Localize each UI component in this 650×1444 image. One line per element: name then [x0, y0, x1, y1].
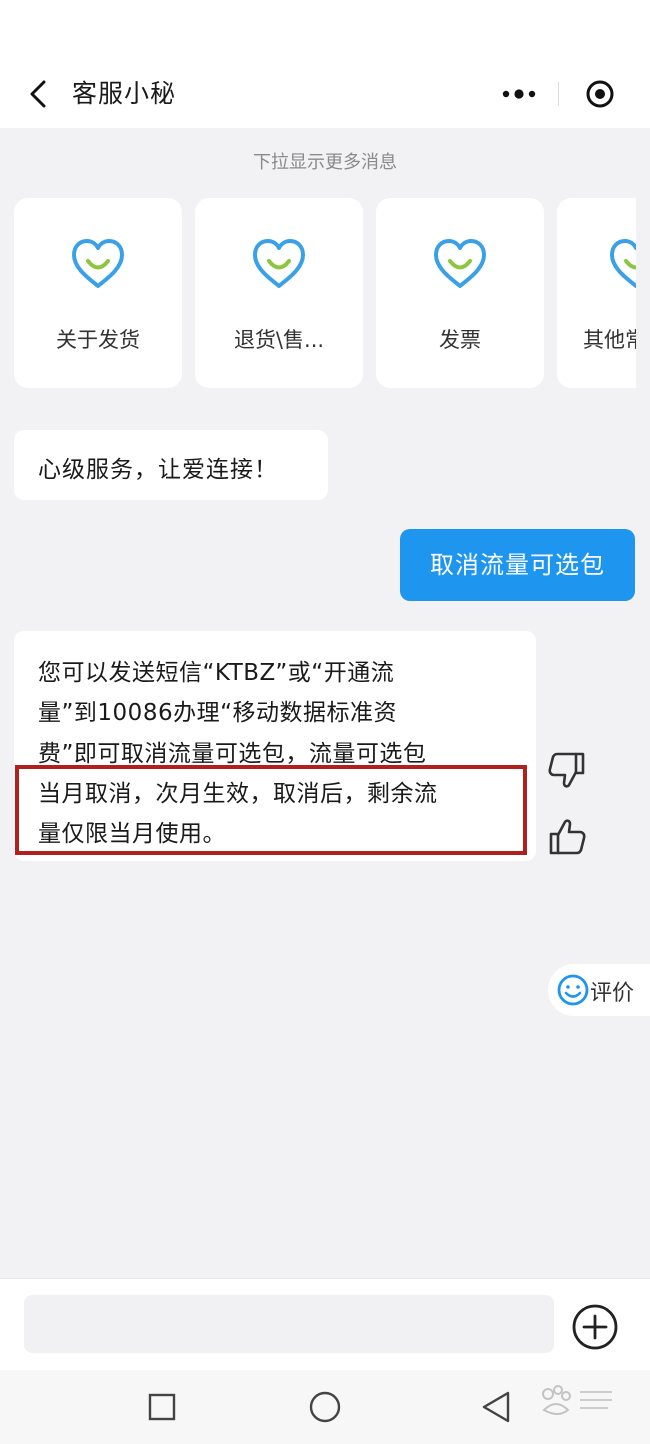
thumb-down-icon[interactable]	[545, 748, 589, 792]
more-dots-icon	[502, 89, 536, 99]
quick-topic-card[interactable]: 退货\售...	[195, 198, 363, 388]
more-button[interactable]	[480, 70, 558, 118]
user-message-bubble: 取消流量可选包	[400, 529, 635, 601]
close-button[interactable]	[560, 70, 640, 118]
smiley-icon	[557, 974, 589, 1006]
pull-more-hint: 下拉显示更多消息	[253, 152, 397, 173]
bot-message-bubble: 心级服务，让爱连接！	[14, 430, 328, 500]
back-button[interactable]	[18, 74, 58, 114]
input-bar	[0, 1278, 650, 1371]
quick-topic-label: 发票	[439, 328, 481, 352]
quick-topic-label: 退货\售...	[233, 328, 325, 352]
quick-topic-row: 关于发货 退货\售... 发票 其他常	[14, 198, 636, 390]
reply-line: 费”即可取消流量可选包，流量可选包	[38, 741, 427, 767]
chevron-left-icon	[30, 80, 46, 108]
quick-topic-card[interactable]: 其他常	[557, 198, 636, 388]
heart-smile-icon	[610, 239, 636, 288]
mini-program-capsule	[480, 70, 640, 118]
watermark-logo	[542, 1385, 612, 1415]
message-input[interactable]	[24, 1295, 554, 1353]
target-circle-icon	[586, 80, 614, 108]
quick-topic-card[interactable]: 发票	[376, 198, 544, 388]
status-bar-area	[0, 0, 650, 60]
capsule-divider	[558, 82, 559, 106]
heart-smile-icon	[72, 239, 124, 288]
top-bar: 客服小秘	[0, 60, 650, 128]
quick-topic-card[interactable]: 关于发货	[14, 198, 182, 388]
rate-label: 评价	[590, 981, 635, 1006]
reply-line: 量”到10086办理“移动数据标准资	[38, 700, 397, 726]
home-icon[interactable]	[307, 1389, 343, 1425]
quick-topic-label: 其他常	[583, 328, 636, 352]
recent-apps-icon[interactable]	[147, 1392, 177, 1422]
thumb-up-icon[interactable]	[545, 815, 589, 859]
heart-smile-icon	[434, 239, 486, 288]
page-title: 客服小秘	[72, 79, 177, 108]
highlight-annotation-box	[15, 765, 527, 855]
heart-smile-icon	[253, 239, 305, 288]
plus-circle-icon[interactable]	[571, 1303, 619, 1351]
rate-button[interactable]: 评价	[548, 964, 650, 1016]
reply-line: 您可以发送短信“KTBZ”或“开通流	[38, 660, 395, 686]
quick-topic-label: 关于发货	[56, 328, 140, 352]
bot-message-text: 心级服务，让爱连接！	[38, 457, 278, 483]
